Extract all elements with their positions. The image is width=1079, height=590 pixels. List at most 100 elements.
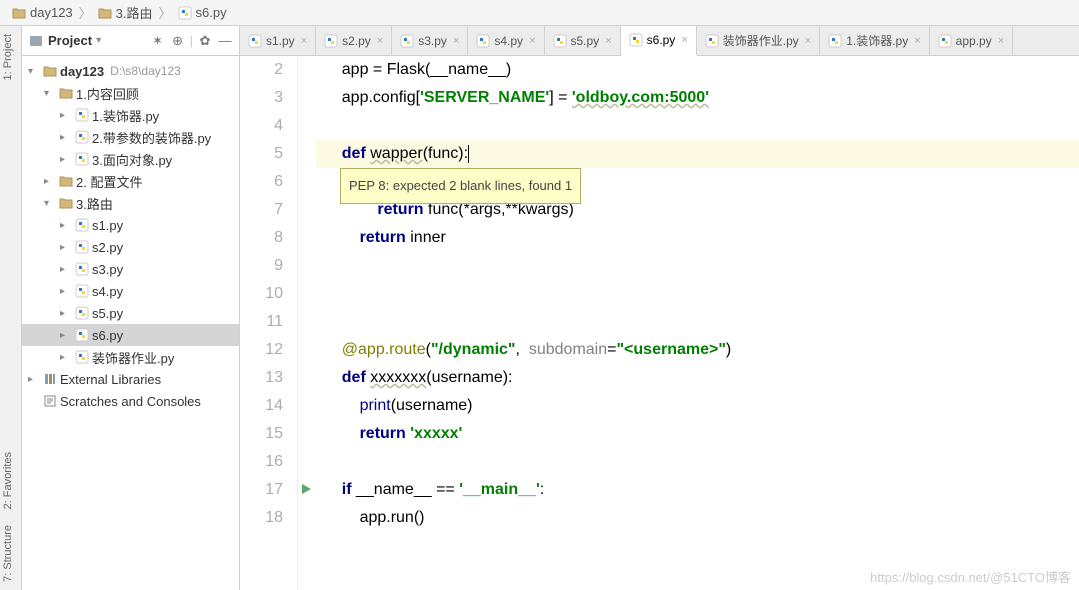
- code-line[interactable]: if __name__ == '__main__':: [316, 476, 1079, 504]
- close-icon[interactable]: ×: [453, 35, 459, 47]
- py-icon: [324, 34, 338, 48]
- py-icon: [74, 305, 90, 321]
- line-number: 13: [240, 364, 283, 392]
- py-icon: [74, 327, 90, 343]
- tree-arrow-icon[interactable]: ▸: [60, 154, 72, 165]
- tree-arrow-icon[interactable]: ▸: [60, 242, 72, 253]
- editor-tab[interactable]: s2.py×: [316, 26, 392, 55]
- tree-item[interactable]: ▸s1.py: [22, 214, 239, 236]
- code-editor[interactable]: 23456789101112131415161718 app = Flask(_…: [240, 56, 1079, 590]
- close-icon[interactable]: ×: [681, 34, 687, 46]
- code-line[interactable]: @app.route("/dynamic", subdomain="<usern…: [316, 336, 1079, 364]
- tree-item[interactable]: ▾3.路由: [22, 192, 239, 214]
- tree-label: External Libraries: [60, 372, 161, 387]
- tree-item[interactable]: Scratches and Consoles: [22, 390, 239, 412]
- code-line[interactable]: return inner: [316, 224, 1079, 252]
- editor-tab[interactable]: s5.py×: [545, 26, 621, 55]
- breadcrumb-item[interactable]: s6.py: [174, 5, 231, 20]
- close-icon[interactable]: ×: [377, 35, 383, 47]
- close-icon[interactable]: ×: [805, 35, 811, 47]
- tree-item[interactable]: ▸2. 配置文件: [22, 170, 239, 192]
- gear-icon[interactable]: ✿: [197, 33, 213, 49]
- tree-arrow-icon[interactable]: ▸: [60, 220, 72, 231]
- tree-label: Scratches and Consoles: [60, 394, 201, 409]
- tree-item[interactable]: ▸装饰器作业.py: [22, 346, 239, 368]
- code-line[interactable]: [316, 112, 1079, 140]
- editor-tab[interactable]: 装饰器作业.py×: [697, 26, 820, 55]
- code-line[interactable]: def wapper(func):: [316, 140, 1079, 168]
- tree-label: day123: [60, 64, 104, 79]
- folder-icon: [58, 173, 74, 189]
- tree-arrow-icon[interactable]: ▾: [44, 198, 56, 209]
- tree-item[interactable]: ▸1.装饰器.py: [22, 104, 239, 126]
- tree-arrow-icon[interactable]: ▾: [44, 88, 56, 99]
- target-icon[interactable]: ⊕: [170, 33, 186, 49]
- code-line[interactable]: [316, 280, 1079, 308]
- py-icon: [400, 34, 414, 48]
- tree-arrow-icon[interactable]: ▸: [28, 374, 40, 385]
- py-icon: [553, 34, 567, 48]
- tab-label: s6.py: [647, 33, 676, 47]
- py-icon: [74, 129, 90, 145]
- tree-arrow-icon[interactable]: ▸: [44, 176, 56, 187]
- tree-arrow-icon[interactable]: ▸: [60, 330, 72, 341]
- collapse-icon[interactable]: ✶: [150, 33, 166, 49]
- tree-item[interactable]: ▸ External Libraries: [22, 368, 239, 390]
- py-icon: [248, 34, 262, 48]
- tree-item[interactable]: ▸2.带参数的装饰器.py: [22, 126, 239, 148]
- code-line[interactable]: app.config['SERVER_NAME'] = 'oldboy.com:…: [316, 84, 1079, 112]
- editor-tab[interactable]: s6.py ×: [621, 26, 697, 56]
- tree-item[interactable]: ▸s3.py: [22, 258, 239, 280]
- code-line[interactable]: app = Flask(__name__): [316, 56, 1079, 84]
- project-dropdown[interactable]: ▾: [96, 35, 101, 46]
- tool-favorites[interactable]: 2: Favorites: [0, 444, 16, 517]
- code-line[interactable]: print(username): [316, 392, 1079, 420]
- folder-icon: [42, 63, 58, 79]
- pep8-tooltip: PEP 8: expected 2 blank lines, found 1: [340, 168, 581, 204]
- code-line[interactable]: [316, 308, 1079, 336]
- code-content[interactable]: app = Flask(__name__) app.config['SERVER…: [316, 56, 1079, 590]
- close-icon[interactable]: ×: [301, 35, 307, 47]
- tree-item[interactable]: ▾1.内容回顾: [22, 82, 239, 104]
- tree-item[interactable]: ▸s6.py: [22, 324, 239, 346]
- tree-arrow-icon[interactable]: ▸: [60, 132, 72, 143]
- close-icon[interactable]: ×: [998, 35, 1004, 47]
- close-icon[interactable]: ×: [529, 35, 535, 47]
- run-icon[interactable]: [300, 483, 314, 497]
- editor-tab[interactable]: s3.py×: [392, 26, 468, 55]
- code-line[interactable]: def xxxxxxx(username):: [316, 364, 1079, 392]
- watermark: https://blog.csdn.net/@51CTO博客: [870, 567, 1071, 586]
- code-line[interactable]: [316, 252, 1079, 280]
- tree-arrow-icon[interactable]: ▸: [60, 110, 72, 121]
- tree-arrow-icon[interactable]: ▸: [60, 352, 72, 363]
- close-icon[interactable]: ×: [914, 35, 920, 47]
- close-icon[interactable]: ×: [605, 35, 611, 47]
- code-line[interactable]: return 'xxxxx': [316, 420, 1079, 448]
- folder-icon: [58, 85, 74, 101]
- tree-arrow-icon[interactable]: ▸: [60, 308, 72, 319]
- tool-project[interactable]: 1: Project: [0, 26, 16, 88]
- tree-item[interactable]: ▾day123D:\s8\day123: [22, 60, 239, 82]
- gutter-marks: [298, 56, 316, 590]
- editor-tab[interactable]: s4.py×: [468, 26, 544, 55]
- line-number: 16: [240, 448, 283, 476]
- breadcrumb-item[interactable]: day123: [8, 5, 77, 20]
- hide-icon[interactable]: —: [217, 33, 233, 49]
- editor-tab[interactable]: 1.装饰器.py×: [820, 26, 929, 55]
- tree-item[interactable]: ▸s4.py: [22, 280, 239, 302]
- tree-arrow-icon[interactable]: ▾: [28, 66, 40, 77]
- tree-arrow-icon[interactable]: ▸: [60, 264, 72, 275]
- line-number: 18: [240, 504, 283, 532]
- tree-item[interactable]: ▸s5.py: [22, 302, 239, 324]
- code-line[interactable]: [316, 448, 1079, 476]
- line-number: 5: [240, 140, 283, 168]
- tree-item[interactable]: ▸3.面向对象.py: [22, 148, 239, 170]
- code-line[interactable]: app.run(): [316, 504, 1079, 532]
- editor-tab[interactable]: s1.py×: [240, 26, 316, 55]
- tool-structure[interactable]: 7: Structure: [0, 517, 16, 590]
- tree-arrow-icon[interactable]: ▸: [60, 286, 72, 297]
- py-icon: [74, 239, 90, 255]
- breadcrumb-item[interactable]: 3.路由: [94, 3, 157, 22]
- editor-tab[interactable]: app.py×: [930, 26, 1013, 55]
- tree-item[interactable]: ▸s2.py: [22, 236, 239, 258]
